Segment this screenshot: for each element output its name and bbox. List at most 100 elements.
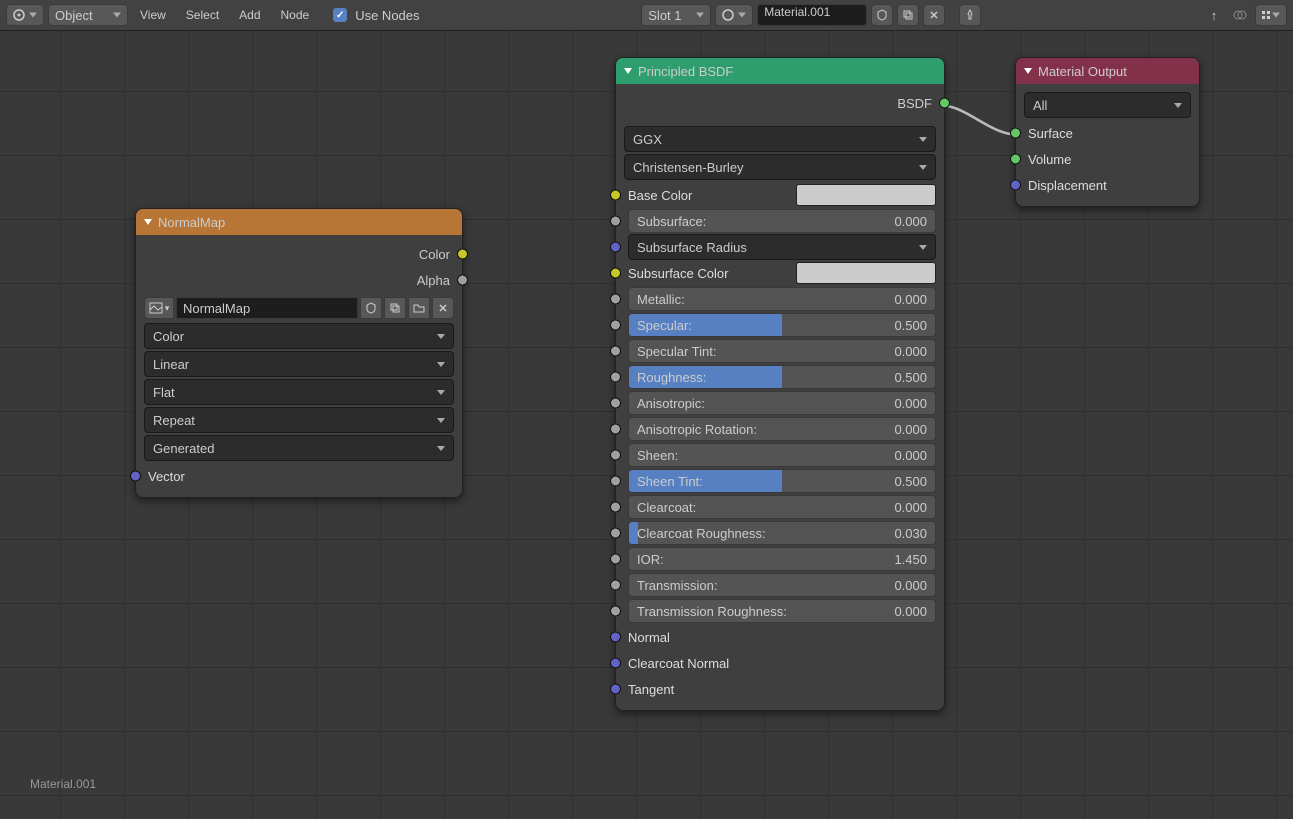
metallic-slider[interactable]: Metallic:0.000 bbox=[628, 287, 936, 311]
socket-icon[interactable] bbox=[610, 580, 621, 591]
duplicate-image-icon[interactable] bbox=[384, 297, 406, 319]
overlay-icon[interactable] bbox=[1229, 4, 1251, 26]
socket-icon[interactable] bbox=[610, 606, 621, 617]
anisotropic-rotation-slider[interactable]: Anisotropic Rotation:0.000 bbox=[628, 417, 936, 441]
socket-icon[interactable] bbox=[610, 242, 621, 253]
socket-icon[interactable] bbox=[610, 320, 621, 331]
interpolation-dropdown[interactable]: Linear bbox=[144, 351, 454, 377]
subsurface-slider[interactable]: Subsurface:0.000 bbox=[628, 209, 936, 233]
socket-surface[interactable] bbox=[1010, 128, 1021, 139]
node-header[interactable]: Principled BSDF bbox=[616, 58, 944, 84]
menu-add[interactable]: Add bbox=[231, 8, 268, 22]
menu-select[interactable]: Select bbox=[178, 8, 227, 22]
open-image-icon[interactable] bbox=[408, 297, 430, 319]
node-title: Material Output bbox=[1038, 64, 1127, 79]
socket-icon[interactable] bbox=[610, 346, 621, 357]
socket-icon[interactable] bbox=[610, 450, 621, 461]
distribution-dropdown[interactable]: GGX bbox=[624, 126, 936, 152]
use-nodes-label: Use Nodes bbox=[355, 8, 419, 23]
transmission-slider[interactable]: Transmission:0.000 bbox=[628, 573, 936, 597]
socket-icon[interactable] bbox=[610, 398, 621, 409]
socket-icon[interactable] bbox=[610, 190, 621, 201]
use-nodes-checkbox[interactable] bbox=[333, 8, 347, 22]
socket-icon[interactable] bbox=[610, 294, 621, 305]
material-browse-dropdown[interactable] bbox=[715, 4, 753, 26]
coordinates-dropdown[interactable]: Generated bbox=[144, 435, 454, 461]
clearcoat-roughness-slider[interactable]: Clearcoat Roughness:0.030 bbox=[628, 521, 936, 545]
socket-vector[interactable] bbox=[130, 471, 141, 482]
topbar: Object View Select Add Node Use Nodes Sl… bbox=[0, 0, 1293, 31]
editor-type-dropdown[interactable] bbox=[6, 4, 44, 26]
arrow-up-icon[interactable]: ↑ bbox=[1203, 4, 1225, 26]
socket-icon[interactable] bbox=[610, 658, 621, 669]
anisotropic-slider[interactable]: Anisotropic:0.000 bbox=[628, 391, 936, 415]
socket-color[interactable] bbox=[457, 249, 468, 260]
output-color[interactable]: Color bbox=[144, 241, 454, 267]
extension-dropdown[interactable]: Repeat bbox=[144, 407, 454, 433]
input-subsurface: Subsurface:0.000 bbox=[624, 208, 936, 234]
fake-user-icon[interactable] bbox=[360, 297, 382, 319]
menu-node[interactable]: Node bbox=[273, 8, 318, 22]
socket-volume[interactable] bbox=[1010, 154, 1021, 165]
target-dropdown[interactable]: All bbox=[1024, 92, 1191, 118]
output-bsdf[interactable]: BSDF bbox=[624, 90, 936, 116]
mode-dropdown[interactable]: Object bbox=[48, 4, 128, 26]
duplicate-icon[interactable] bbox=[897, 4, 919, 26]
node-header[interactable]: NormalMap bbox=[136, 209, 462, 235]
slot-dropdown[interactable]: Slot 1 bbox=[641, 4, 711, 26]
sheen-slider[interactable]: Sheen:0.000 bbox=[628, 443, 936, 467]
transmission-roughness-slider[interactable]: Transmission Roughness:0.000 bbox=[628, 599, 936, 623]
breadcrumb: Material.001 bbox=[30, 777, 96, 791]
socket-icon[interactable] bbox=[610, 268, 621, 279]
input-normal[interactable]: Normal bbox=[624, 624, 936, 650]
socket-icon[interactable] bbox=[610, 684, 621, 695]
node-header[interactable]: Material Output bbox=[1016, 58, 1199, 84]
sheen-tint-slider[interactable]: Sheen Tint:0.500 bbox=[628, 469, 936, 493]
specular-slider[interactable]: Specular:0.500 bbox=[628, 313, 936, 337]
socket-icon[interactable] bbox=[610, 632, 621, 643]
ior-slider[interactable]: IOR:1.450 bbox=[628, 547, 936, 571]
shield-icon[interactable] bbox=[871, 4, 893, 26]
input-displacement[interactable]: Displacement bbox=[1024, 172, 1191, 198]
socket-bsdf[interactable] bbox=[939, 98, 950, 109]
material-name-field[interactable]: Material.001 bbox=[757, 4, 867, 26]
input-clearcoat-normal[interactable]: Clearcoat Normal bbox=[624, 650, 936, 676]
output-alpha[interactable]: Alpha bbox=[144, 267, 454, 293]
socket-alpha[interactable] bbox=[457, 275, 468, 286]
socket-icon[interactable] bbox=[610, 476, 621, 487]
image-name-field[interactable]: NormalMap bbox=[176, 297, 358, 319]
node-title: NormalMap bbox=[158, 215, 225, 230]
input-volume[interactable]: Volume bbox=[1024, 146, 1191, 172]
menu-view[interactable]: View bbox=[132, 8, 174, 22]
socket-icon[interactable] bbox=[610, 372, 621, 383]
input-subsurface-radius[interactable]: Subsurface Radius bbox=[624, 234, 936, 260]
input-base-color[interactable]: Base Color bbox=[624, 182, 936, 208]
socket-icon[interactable] bbox=[610, 216, 621, 227]
input-surface[interactable]: Surface bbox=[1024, 120, 1191, 146]
node-title: Principled BSDF bbox=[638, 64, 733, 79]
input-tangent[interactable]: Tangent bbox=[624, 676, 936, 702]
node-principled-bsdf[interactable]: Principled BSDF BSDF GGX Christensen-Bur… bbox=[615, 57, 945, 711]
socket-icon[interactable] bbox=[610, 502, 621, 513]
input-vector[interactable]: Vector bbox=[144, 463, 454, 489]
socket-icon[interactable] bbox=[610, 554, 621, 565]
clearcoat-slider[interactable]: Clearcoat:0.000 bbox=[628, 495, 936, 519]
roughness-slider[interactable]: Roughness:0.500 bbox=[628, 365, 936, 389]
socket-displacement[interactable] bbox=[1010, 180, 1021, 191]
pin-icon[interactable] bbox=[959, 4, 981, 26]
socket-icon[interactable] bbox=[610, 528, 621, 539]
sss-method-dropdown[interactable]: Christensen-Burley bbox=[624, 154, 936, 180]
node-material-output[interactable]: Material Output All Surface Volume Displ… bbox=[1015, 57, 1200, 207]
node-normalmap[interactable]: NormalMap Color Alpha ▾ NormalMap Color … bbox=[135, 208, 463, 498]
image-browse-dropdown[interactable]: ▾ bbox=[144, 297, 174, 319]
snap-options-dropdown[interactable] bbox=[1255, 4, 1287, 26]
projection-dropdown[interactable]: Flat bbox=[144, 379, 454, 405]
unlink-icon[interactable] bbox=[923, 4, 945, 26]
colorspace-dropdown[interactable]: Color bbox=[144, 323, 454, 349]
specular-tint-slider[interactable]: Specular Tint:0.000 bbox=[628, 339, 936, 363]
base-color-swatch[interactable] bbox=[796, 184, 936, 206]
subsurface-color-swatch[interactable] bbox=[796, 262, 936, 284]
input-subsurface-color[interactable]: Subsurface Color bbox=[624, 260, 936, 286]
unlink-image-icon[interactable] bbox=[432, 297, 454, 319]
socket-icon[interactable] bbox=[610, 424, 621, 435]
